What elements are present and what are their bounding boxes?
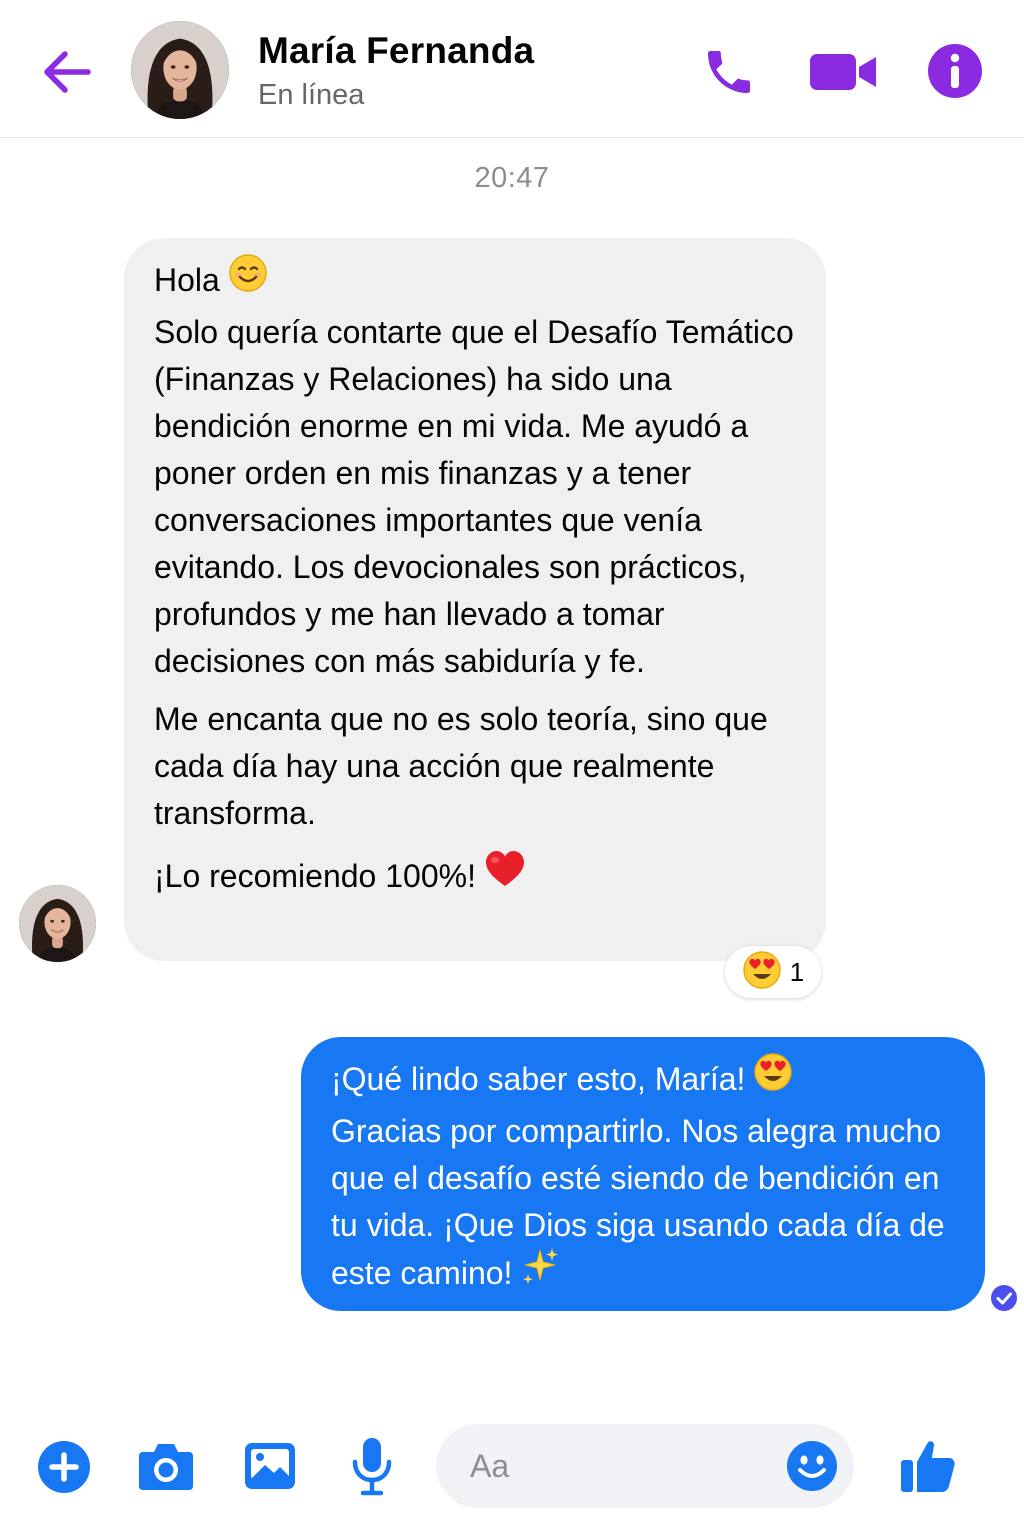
video-call-button[interactable] — [808, 48, 880, 96]
emoji-picker-button[interactable] — [786, 1440, 838, 1492]
red-heart-emoji-icon — [484, 849, 526, 902]
incoming-greeting: Hola — [154, 261, 220, 298]
audio-call-button[interactable] — [700, 44, 758, 100]
contact-status: En línea — [258, 79, 365, 111]
plus-icon — [38, 1441, 90, 1493]
message-input-container — [436, 1424, 854, 1508]
camera-icon — [139, 1444, 193, 1490]
voice-message-button[interactable] — [349, 1436, 395, 1496]
more-actions-button[interactable] — [37, 1440, 91, 1494]
profile-photo — [131, 21, 229, 119]
info-button[interactable] — [926, 42, 984, 100]
info-icon — [928, 44, 982, 98]
incoming-paragraph-3: ¡Lo recomiendo 100%! — [154, 849, 806, 905]
outgoing-body: Gracias por compartirlo. Nos alegra much… — [331, 1113, 945, 1291]
incoming-paragraph-1: Hola Solo quería contarte que el Desafío… — [154, 253, 806, 685]
chat-screen: María Fernanda En línea 20:47 Hola Solo … — [0, 0, 1024, 1536]
contact-name[interactable]: María Fernanda — [258, 30, 534, 72]
heart-eyes-emoji-icon — [753, 1052, 793, 1105]
message-timestamp: 20:47 — [474, 162, 550, 194]
contact-avatar[interactable] — [131, 21, 229, 119]
chat-header: María Fernanda En línea — [0, 0, 1024, 138]
smiling-face-emoji-icon — [228, 253, 268, 306]
incoming-body: Solo quería contarte que el Desafío Temá… — [154, 314, 794, 679]
message-reaction[interactable]: 1 — [725, 946, 821, 998]
profile-photo-small — [19, 885, 96, 962]
heart-eyes-emoji-icon — [742, 950, 782, 995]
emoji-icon — [787, 1441, 837, 1491]
microphone-icon — [352, 1438, 392, 1496]
incoming-message-bubble[interactable]: Hola Solo quería contarte que el Desafío… — [124, 238, 826, 961]
like-button[interactable] — [899, 1436, 957, 1494]
camera-button[interactable] — [137, 1440, 195, 1492]
gallery-button[interactable] — [243, 1439, 297, 1493]
reaction-count: 1 — [789, 956, 805, 987]
phone-icon — [708, 51, 750, 93]
incoming-sender-avatar[interactable] — [19, 885, 96, 962]
gallery-icon — [245, 1443, 295, 1489]
outgoing-first-line: ¡Qué lindo saber esto, María! — [331, 1060, 746, 1097]
seen-check-icon — [990, 1284, 1018, 1312]
sparkles-emoji-icon — [520, 1246, 560, 1299]
thumbs-up-icon — [901, 1441, 955, 1492]
incoming-paragraph-2: Me encanta que no es solo teoría, sino q… — [154, 701, 768, 831]
back-button[interactable] — [38, 44, 96, 100]
message-input[interactable] — [470, 1442, 770, 1490]
outgoing-message-bubble[interactable]: ¡Qué lindo saber esto, María! Gracias po… — [301, 1037, 985, 1311]
video-camera-icon — [810, 54, 876, 90]
back-arrow-icon — [44, 51, 91, 93]
incoming-closing: ¡Lo recomiendo 100%! — [154, 857, 476, 894]
